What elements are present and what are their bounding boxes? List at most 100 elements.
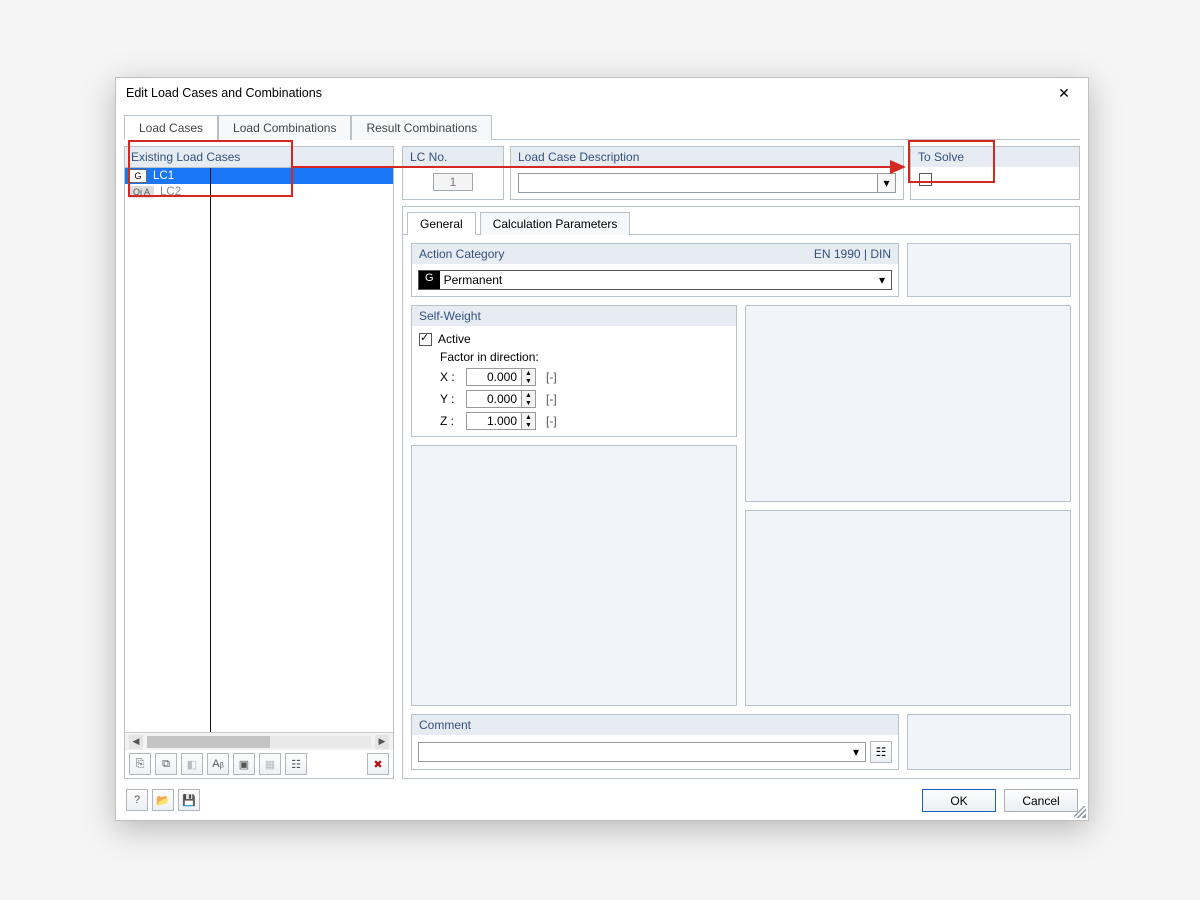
load-case-name: LC1 — [153, 170, 174, 182]
tab-load-combinations[interactable]: Load Combinations — [218, 115, 351, 140]
delete-button[interactable]: ✖ — [367, 753, 389, 775]
unit-label: [-] — [546, 392, 557, 406]
placeholder-box — [411, 445, 737, 706]
save-button[interactable]: 💾 — [178, 789, 200, 811]
help-button[interactable]: ? — [126, 789, 148, 811]
factor-direction-label: Factor in direction: — [418, 350, 730, 364]
action-category-combo[interactable]: G ▾ — [418, 270, 892, 290]
tosolve-group: To Solve — [910, 146, 1080, 200]
lcno-label: LC No. — [403, 147, 503, 167]
spin-up-icon[interactable]: ▲ — [522, 369, 535, 377]
column-divider[interactable] — [210, 168, 211, 732]
action-category-section: Action Category EN 1990 | DIN G ▾ — [411, 243, 899, 297]
tab-result-combinations[interactable]: Result Combinations — [351, 115, 492, 140]
existing-load-cases-panel: Existing Load Cases G LC1 Qi A LC2 ◀ — [124, 146, 394, 779]
self-weight-label: Self-Weight — [419, 309, 481, 323]
comment-input[interactable] — [419, 743, 847, 761]
factor-z-spinner[interactable]: ▲▼ — [466, 412, 536, 430]
load-case-tag: Qi A — [129, 186, 154, 198]
scroll-track[interactable] — [147, 736, 371, 748]
side-placeholder — [907, 714, 1071, 770]
dialog-body: Load Cases Load Combinations Result Comb… — [116, 112, 1088, 820]
main-area: Existing Load Cases G LC1 Qi A LC2 ◀ — [124, 140, 1080, 779]
lcdesc-label: Load Case Description — [511, 147, 903, 167]
tosolve-checkbox[interactable] — [919, 173, 932, 186]
spin-down-icon[interactable]: ▼ — [522, 399, 535, 407]
dialog-bottom-bar: ? 📂 💾 OK Cancel — [124, 783, 1080, 812]
scroll-left-icon[interactable]: ◀ — [129, 735, 143, 749]
self-weight-active-label: Active — [438, 332, 471, 346]
tab-load-cases[interactable]: Load Cases — [124, 115, 218, 140]
axis-label: Z : — [440, 414, 460, 428]
factor-row-z: Z : ▲▼ [-] — [418, 412, 730, 430]
factor-row-x: X : ▲▼ [-] — [418, 368, 730, 386]
details-panel: General Calculation Parameters Action Ca… — [402, 206, 1080, 779]
open-button[interactable]: 📂 — [152, 789, 174, 811]
resize-grip[interactable] — [1074, 806, 1086, 818]
spin-down-icon[interactable]: ▼ — [522, 377, 535, 385]
self-weight-active-checkbox[interactable] — [419, 333, 432, 346]
factor-y-input[interactable] — [466, 390, 522, 408]
factor-x-input[interactable] — [466, 368, 522, 386]
comment-pick-button[interactable]: ☷ — [870, 741, 892, 763]
unit-label: [-] — [546, 414, 557, 428]
left-toolbar: ⎘ ⧉ ◧ Aᵦ ▣ ▦ ☷ ✖ — [125, 750, 393, 778]
chevron-down-icon[interactable]: ▾ — [847, 743, 865, 761]
chevron-down-icon[interactable]: ▾ — [873, 271, 891, 289]
ok-button[interactable]: OK — [922, 789, 996, 812]
lcdesc-group: Load Case Description ▾ — [510, 146, 904, 200]
general-tab-body: Action Category EN 1990 | DIN G ▾ — [403, 235, 1079, 778]
spin-up-icon[interactable]: ▲ — [522, 391, 535, 399]
load-case-list[interactable]: G LC1 Qi A LC2 — [125, 168, 393, 732]
lcno-group: LC No. — [402, 146, 504, 200]
axis-label: X : — [440, 370, 460, 384]
self-weight-section: Self-Weight Active Factor in direction: — [411, 305, 737, 437]
check-button[interactable]: ▣ — [233, 753, 255, 775]
comment-label: Comment — [419, 718, 471, 732]
factor-y-spinner[interactable]: ▲▼ — [466, 390, 536, 408]
middle-area: Self-Weight Active Factor in direction: — [411, 305, 1071, 706]
scroll-thumb[interactable] — [147, 736, 270, 748]
rename-button[interactable]: Aᵦ — [207, 753, 229, 775]
left-panel-header: Existing Load Cases — [125, 147, 393, 168]
horizontal-scrollbar[interactable]: ◀ ▶ — [125, 732, 393, 750]
scroll-right-icon[interactable]: ▶ — [375, 735, 389, 749]
close-button[interactable]: ✕ — [1050, 82, 1078, 104]
lcno-input[interactable] — [433, 173, 473, 191]
top-fields-row: LC No. Load Case Description ▾ — [402, 146, 1080, 200]
load-case-row[interactable]: Qi A LC2 — [125, 184, 393, 200]
lcdesc-combo: ▾ — [518, 173, 896, 193]
factor-x-spinner[interactable]: ▲▼ — [466, 368, 536, 386]
placeholder-box — [745, 510, 1071, 707]
factor-z-input[interactable] — [466, 412, 522, 430]
shift-button[interactable]: ◧ — [181, 753, 203, 775]
tab-calc-params[interactable]: Calculation Parameters — [480, 212, 631, 235]
comment-combo: ▾ — [418, 742, 866, 762]
unit-label: [-] — [546, 370, 557, 384]
load-case-name: LC2 — [160, 186, 181, 198]
load-case-row[interactable]: G LC1 — [125, 168, 393, 184]
tosolve-label: To Solve — [911, 147, 1079, 167]
new-loadcase-button[interactable]: ⎘ — [129, 753, 151, 775]
axis-label: Y : — [440, 392, 460, 406]
load-case-tag: G — [129, 169, 147, 183]
spin-up-icon[interactable]: ▲ — [522, 413, 535, 421]
action-category-label: Action Category — [419, 247, 504, 261]
inner-tabs: General Calculation Parameters — [403, 207, 1079, 235]
side-placeholder — [907, 243, 1071, 297]
cancel-button[interactable]: Cancel — [1004, 789, 1078, 812]
tree-button[interactable]: ☷ — [285, 753, 307, 775]
tab-general[interactable]: General — [407, 212, 476, 235]
spin-down-icon[interactable]: ▼ — [522, 421, 535, 429]
action-category-tag: G — [419, 271, 440, 289]
comment-section: Comment ▾ ☷ — [411, 714, 899, 770]
lcdesc-input[interactable] — [518, 173, 878, 193]
right-panel: LC No. Load Case Description ▾ — [402, 146, 1080, 779]
grid-button[interactable]: ▦ — [259, 753, 281, 775]
action-category-value[interactable] — [440, 271, 873, 289]
chevron-down-icon[interactable]: ▾ — [878, 173, 896, 193]
action-category-norm: EN 1990 | DIN — [814, 247, 891, 261]
copy-loadcase-button[interactable]: ⧉ — [155, 753, 177, 775]
titlebar: Edit Load Cases and Combinations ✕ — [116, 78, 1088, 112]
factor-row-y: Y : ▲▼ [-] — [418, 390, 730, 408]
